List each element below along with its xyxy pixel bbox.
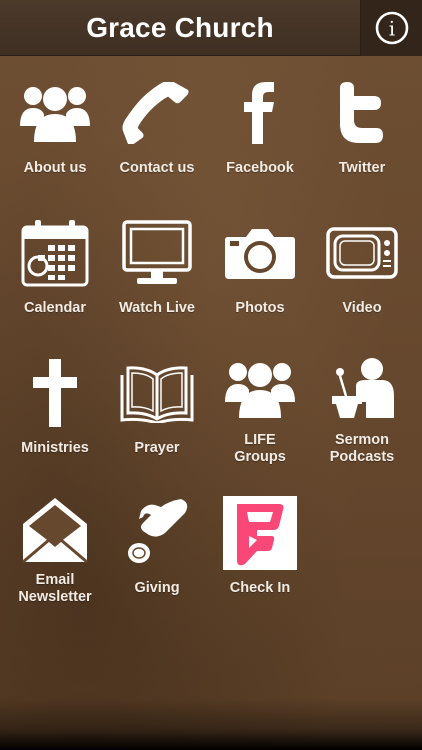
tile-calendar[interactable]: Calendar [4, 196, 106, 326]
tile-label: About us [23, 160, 87, 176]
tile-giving[interactable]: Giving [106, 476, 208, 606]
coin-hand-icon [117, 494, 197, 572]
tile-label: Contact us [119, 160, 195, 176]
tile-label: Giving [134, 580, 180, 596]
tile-label: Facebook [226, 160, 294, 176]
twitter-icon [322, 74, 402, 152]
app-screen: Grace Church i About us Contact us Faceb… [0, 0, 422, 750]
tile-label: Photos [235, 300, 285, 316]
monitor-icon [117, 214, 197, 292]
tile-label: LIFE Groups [234, 432, 286, 465]
camera-icon [220, 214, 300, 292]
tile-twitter[interactable]: Twitter [311, 56, 413, 186]
cross-icon [15, 354, 95, 432]
info-icon: i [375, 11, 408, 45]
tile-label: Video [342, 300, 382, 316]
speaker-podium-icon [322, 354, 402, 424]
tile-label: Ministries [21, 440, 89, 456]
tile-sermon-podcasts[interactable]: Sermon Podcasts [311, 336, 413, 466]
tile-prayer[interactable]: Prayer [106, 336, 208, 466]
tile-ministries[interactable]: Ministries [4, 336, 106, 466]
group-icon [15, 74, 95, 152]
tile-facebook[interactable]: Facebook [209, 56, 311, 186]
tile-watch-live[interactable]: Watch Live [106, 196, 208, 326]
svg-text:i: i [388, 17, 394, 41]
tile-label: Twitter [338, 160, 386, 176]
book-icon [117, 354, 197, 432]
calendar-icon [15, 214, 95, 292]
header-bar: Grace Church i [0, 0, 422, 56]
tile-check-in[interactable]: Check In [209, 476, 311, 606]
tile-photos[interactable]: Photos [209, 196, 311, 326]
info-button[interactable]: i [360, 0, 422, 56]
tile-label: Email Newsletter [18, 572, 92, 605]
tile-label: Watch Live [118, 300, 195, 316]
tv-icon [322, 214, 402, 292]
tile-contact-us[interactable]: Contact us [106, 56, 208, 186]
tile-life-groups[interactable]: LIFE Groups [209, 336, 311, 466]
group-icon [220, 354, 300, 424]
foursquare-icon [220, 494, 300, 572]
tile-label: Sermon Podcasts [329, 432, 395, 465]
tile-label: Check In [229, 580, 291, 596]
phone-icon [117, 74, 197, 152]
facebook-icon [220, 74, 300, 152]
tile-label: Prayer [134, 440, 180, 456]
tile-video[interactable]: Video [311, 196, 413, 326]
tile-label: Calendar [23, 300, 87, 316]
envelope-icon [15, 494, 95, 564]
app-title: Grace Church [86, 12, 274, 43]
tile-email-newsletter[interactable]: Email Newsletter [4, 476, 106, 606]
tile-about-us[interactable]: About us [4, 56, 106, 186]
